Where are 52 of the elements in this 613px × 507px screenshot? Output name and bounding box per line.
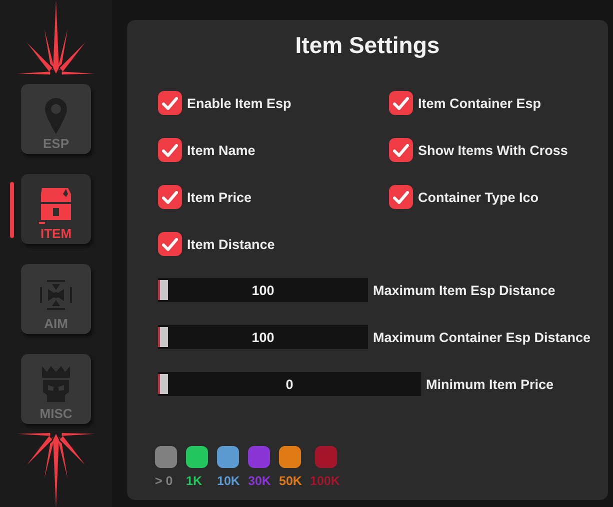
slider-value: 100: [252, 330, 274, 344]
price-threshold: 100K: [310, 474, 340, 488]
sidebar-tab[interactable]: ITEM: [21, 174, 91, 244]
price-threshold: > 0: [155, 474, 173, 488]
color-swatch[interactable]: [248, 446, 270, 468]
check-icon: [162, 238, 178, 250]
checkbox-label: Item Distance: [187, 236, 275, 252]
check-icon: [393, 144, 409, 156]
sidebar-tab[interactable]: MISC: [21, 354, 91, 424]
checkbox[interactable]: [389, 185, 413, 209]
skull-icon: [39, 366, 73, 404]
slider-value: 100: [252, 282, 274, 298]
slider-thumb[interactable]: [158, 327, 168, 347]
color-swatch[interactable]: [217, 446, 239, 468]
color-swatch[interactable]: [279, 446, 301, 468]
color-swatch[interactable]: [314, 446, 336, 468]
slider-track[interactable]: 100: [158, 278, 368, 302]
checkbox[interactable]: [158, 185, 182, 209]
panel-title: Item Settings: [294, 32, 441, 59]
checkbox-label: Item Container Esp: [418, 96, 542, 110]
price-threshold: 10K: [217, 474, 240, 488]
checkbox[interactable]: [158, 91, 182, 115]
slider-label: Maximum Item Esp Distance: [373, 282, 556, 298]
sidebar-tab[interactable]: ESP: [21, 84, 91, 154]
checkbox-label: Item Name: [187, 142, 256, 158]
checkbox[interactable]: [158, 232, 182, 256]
checkbox-label: Show Items With Cross: [418, 142, 568, 158]
slider-thumb[interactable]: [158, 374, 168, 394]
price-threshold: 50K: [279, 474, 302, 488]
check-icon: [162, 144, 178, 156]
slider-track[interactable]: 100: [158, 325, 368, 349]
slider-track[interactable]: 0: [158, 372, 421, 396]
checkbox-label: Item Price: [187, 190, 252, 204]
checkbox[interactable]: [389, 138, 413, 162]
slider-label: Maximum Container Esp Distance: [373, 330, 591, 344]
checkbox[interactable]: [389, 91, 413, 115]
slider-thumb[interactable]: [158, 280, 168, 300]
color-swatch[interactable]: [186, 446, 208, 468]
checkbox[interactable]: [158, 138, 182, 162]
checkbox-label: Container Type Ico: [418, 190, 539, 204]
sidebar-tab[interactable]: AIM: [21, 264, 91, 334]
checkbox-label: Enable Item Esp: [187, 96, 292, 110]
price-threshold: 30K: [248, 474, 271, 488]
map-pin-icon: [45, 98, 67, 134]
slider-label: Minimum Item Price: [426, 376, 554, 392]
slider-value: 0: [286, 376, 294, 392]
color-swatch[interactable]: [155, 446, 177, 468]
check-icon: [162, 190, 178, 204]
check-icon: [393, 96, 409, 110]
check-icon: [162, 96, 178, 110]
price-threshold: 1K: [186, 474, 202, 488]
check-icon: [393, 190, 409, 204]
